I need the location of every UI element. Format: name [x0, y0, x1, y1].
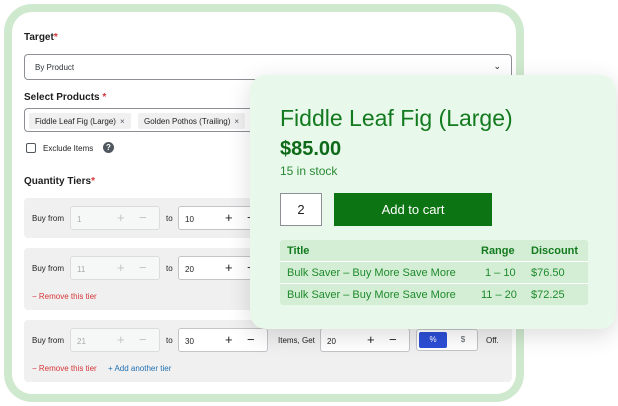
exclude-items-label: Exclude Items: [43, 144, 94, 153]
chip-remove-icon[interactable]: ×: [234, 117, 239, 126]
buy-from-label: Buy from: [32, 336, 65, 345]
add-to-cart-button[interactable]: Add to cart: [334, 193, 492, 226]
product-chip: Fiddle Leaf Fig (Large) ×: [29, 113, 131, 129]
remove-tier-link[interactable]: − Remove this tier: [32, 364, 97, 373]
table-header-title: Title: [287, 245, 310, 257]
items-get-label: Items, Get: [278, 336, 315, 345]
tier-to-stepper[interactable]: 30 + −: [178, 328, 268, 352]
minus-icon[interactable]: −: [139, 210, 147, 226]
minus-icon[interactable]: −: [389, 332, 397, 348]
buy-from-label: Buy from: [32, 264, 65, 273]
to-label: to: [166, 336, 173, 345]
target-label: Target*: [24, 32, 58, 43]
off-label: Off.: [486, 336, 499, 345]
discount-type-toggle: % $: [416, 329, 478, 351]
chip-remove-icon[interactable]: ×: [120, 117, 125, 126]
table-header-discount: Discount: [531, 245, 579, 257]
plus-icon[interactable]: +: [117, 260, 125, 276]
to-label: to: [166, 264, 173, 273]
plus-icon[interactable]: +: [117, 332, 125, 348]
plus-icon[interactable]: +: [225, 260, 233, 276]
tier-get-stepper[interactable]: 20 + −: [320, 328, 410, 352]
tier-from-stepper[interactable]: 1 + −: [70, 206, 160, 230]
product-chip: Golden Pothos (Trailing) ×: [138, 113, 246, 129]
table-divider: [280, 283, 588, 284]
minus-icon[interactable]: −: [247, 332, 255, 348]
percent-option[interactable]: %: [419, 332, 447, 348]
discount-table: Title Range Discount Bulk Saver – Buy Mo…: [280, 240, 588, 305]
chevron-down-icon: ⌄: [493, 61, 501, 71]
tier-row: Buy from 21 + − to 30 + − Items, Get 20 …: [24, 320, 512, 382]
plus-icon[interactable]: +: [225, 332, 233, 348]
dollar-option[interactable]: $: [449, 332, 477, 348]
table-cell-discount: $72.25: [531, 289, 565, 301]
product-preview-card: Fiddle Leaf Fig (Large) $85.00 15 in sto…: [250, 75, 616, 329]
help-icon[interactable]: ?: [103, 142, 114, 153]
minus-icon[interactable]: −: [139, 332, 147, 348]
to-label: to: [166, 214, 173, 223]
plus-icon[interactable]: +: [225, 210, 233, 226]
exclude-items-checkbox[interactable]: [26, 143, 36, 153]
remove-tier-link[interactable]: − Remove this tier: [32, 292, 97, 301]
table-cell-range: 11 – 20: [481, 289, 517, 301]
table-row: Bulk Saver – Buy More Save More: [287, 289, 456, 301]
minus-icon[interactable]: −: [139, 260, 147, 276]
product-price: $85.00: [280, 138, 342, 160]
add-tier-link[interactable]: + Add another tier: [108, 364, 171, 373]
plus-icon[interactable]: +: [117, 210, 125, 226]
quantity-input[interactable]: 2: [280, 193, 322, 226]
select-products-label: Select Products *: [24, 92, 107, 103]
tier-from-stepper[interactable]: 11 + −: [70, 256, 160, 280]
table-header-range: Range: [481, 245, 515, 257]
product-title: Fiddle Leaf Fig (Large): [280, 105, 513, 131]
buy-from-label: Buy from: [32, 214, 65, 223]
table-divider: [280, 261, 588, 262]
plus-icon[interactable]: +: [367, 332, 375, 348]
table-row: Bulk Saver – Buy More Save More: [287, 267, 456, 279]
tier-from-stepper[interactable]: 21 + −: [70, 328, 160, 352]
target-select-value: By Product: [35, 63, 75, 72]
table-cell-range: 1 – 10: [485, 267, 516, 279]
quantity-tiers-label: Quantity Tiers*: [24, 176, 95, 187]
stock-status: 15 in stock: [280, 164, 338, 178]
table-cell-discount: $76.50: [531, 267, 565, 279]
